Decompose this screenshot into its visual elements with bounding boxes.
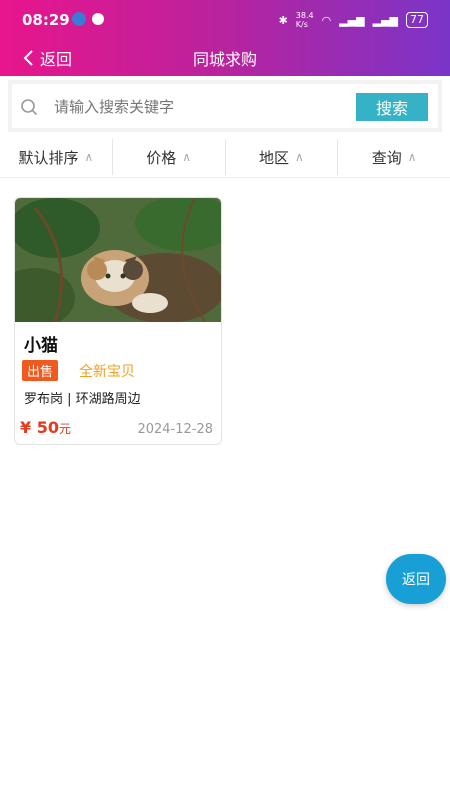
battery-icon: 77 bbox=[406, 12, 428, 28]
caret-up-icon: ∧ bbox=[84, 150, 94, 164]
nav-bar: 同城求购 返回 bbox=[0, 40, 450, 76]
signal-icon-2: ▂▄▆ bbox=[372, 13, 398, 27]
caret-up-icon: ∧ bbox=[182, 150, 192, 164]
back-button[interactable]: 返回 bbox=[22, 46, 72, 70]
status-time: 08:29 bbox=[22, 11, 70, 29]
filter-query[interactable]: 查询 ∧ bbox=[338, 139, 450, 175]
wifi-icon: ◠ bbox=[321, 13, 332, 27]
sale-badge: 出售 bbox=[22, 360, 59, 381]
alarm-notification-icon bbox=[92, 13, 104, 25]
eye-notification-icon bbox=[72, 12, 86, 26]
back-label: 返回 bbox=[40, 50, 73, 69]
status-bar: 08:29 ✱ 38.4 K/s ◠ ▂▄▆ ▂▄▆ 77 bbox=[0, 0, 450, 40]
product-card[interactable]: 小猫 出售 全新宝贝 罗布岗 | 环湖路周边 ¥ 50元 2024-12-28 bbox=[14, 197, 222, 445]
search-input[interactable] bbox=[52, 92, 336, 122]
filter-bar: 默认排序 ∧ 价格 ∧ 地区 ∧ 查询 ∧ bbox=[0, 137, 450, 178]
app-header: 08:29 ✱ 38.4 K/s ◠ ▂▄▆ ▂▄▆ 77 同城求购 返回 bbox=[0, 0, 450, 76]
condition-label: 全新宝贝 bbox=[79, 364, 135, 380]
signal-icon-1: ▂▄▆ bbox=[339, 13, 365, 27]
floating-back-button[interactable]: 返回 bbox=[386, 554, 446, 604]
filter-price[interactable]: 价格 ∧ bbox=[113, 139, 226, 175]
net-speed: 38.4 K/s bbox=[295, 11, 314, 29]
chevron-left-icon bbox=[23, 50, 33, 66]
item-price: ¥ 50元 bbox=[20, 418, 71, 437]
filter-region[interactable]: 地区 ∧ bbox=[226, 139, 339, 175]
item-title: 小猫 bbox=[24, 336, 58, 356]
cat-photo bbox=[15, 198, 221, 322]
item-location: 罗布岗 | 环湖路周边 bbox=[24, 392, 141, 407]
caret-up-icon: ∧ bbox=[407, 150, 417, 164]
search-button[interactable]: 搜索 bbox=[356, 93, 428, 121]
item-date: 2024-12-28 bbox=[137, 422, 213, 437]
caret-up-icon: ∧ bbox=[294, 150, 304, 164]
search-icon bbox=[21, 99, 38, 116]
filter-sort[interactable]: 默认排序 ∧ bbox=[0, 139, 113, 175]
bluetooth-icon: ✱ bbox=[278, 13, 288, 27]
search-bar: 搜索 bbox=[8, 80, 442, 132]
